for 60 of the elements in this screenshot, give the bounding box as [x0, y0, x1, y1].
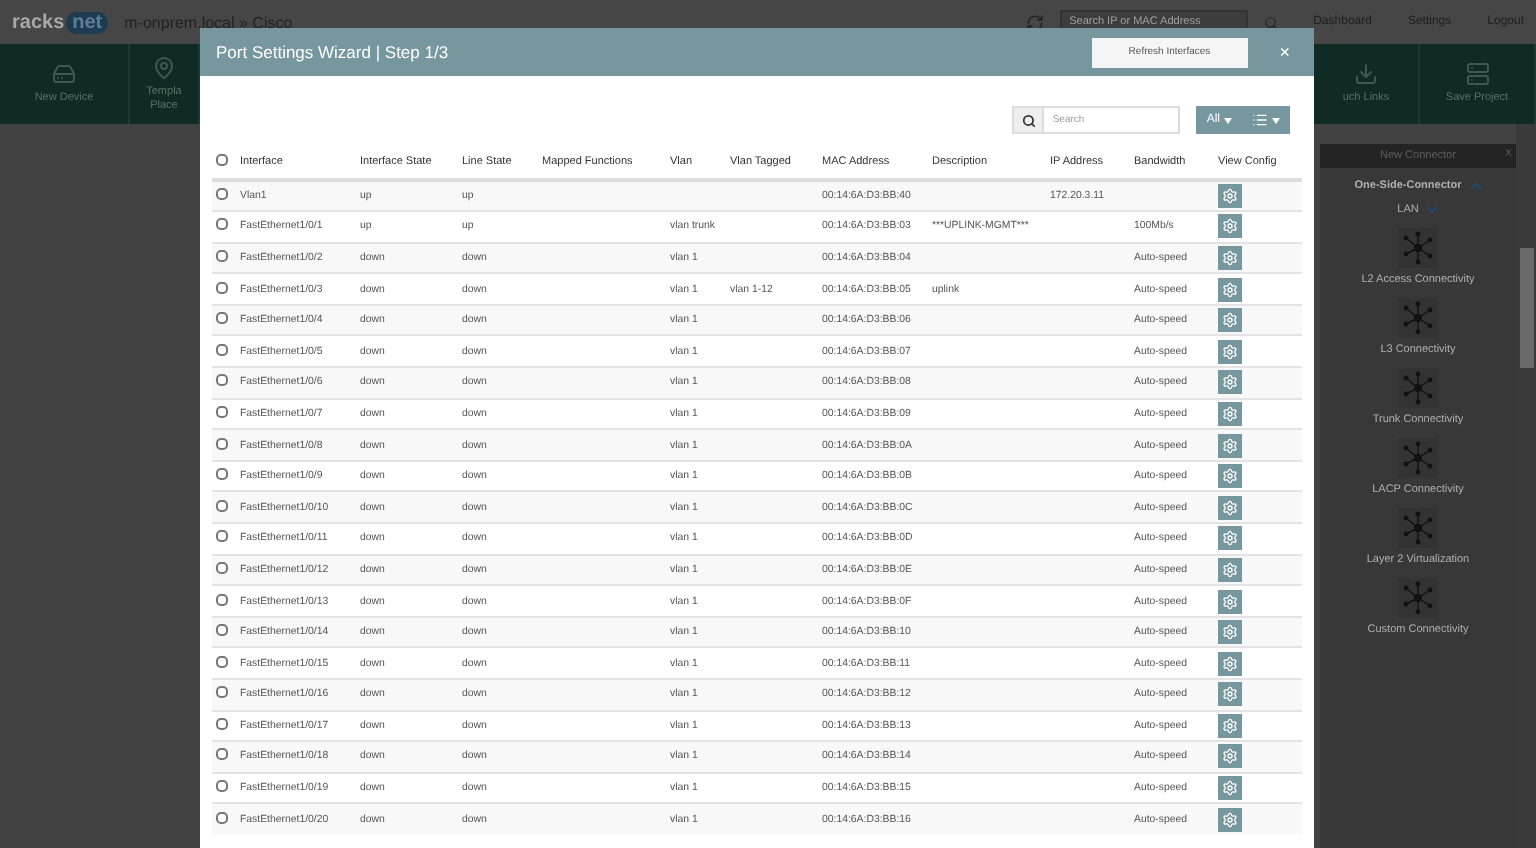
settings-button[interactable]	[1218, 184, 1242, 209]
network-icon[interactable]	[1397, 508, 1438, 548]
refresh-icon[interactable]	[1025, 13, 1044, 31]
row-checkbox[interactable]	[216, 655, 228, 668]
settings-button[interactable]	[1218, 589, 1242, 614]
network-icon[interactable]	[1397, 298, 1438, 338]
settings-button[interactable]	[1218, 339, 1242, 364]
search-icon[interactable]	[1263, 15, 1278, 29]
settings-button[interactable]	[1218, 682, 1242, 707]
settings-button[interactable]	[1218, 651, 1242, 676]
row-checkbox[interactable]	[216, 343, 228, 356]
row-checkbox[interactable]	[216, 780, 228, 793]
caret-icon	[1272, 117, 1280, 123]
list-icon	[1252, 112, 1268, 128]
settings-button[interactable]	[1218, 526, 1242, 551]
settings-button[interactable]	[1218, 744, 1242, 769]
row-checkbox[interactable]	[216, 748, 228, 761]
server-icon	[52, 62, 76, 87]
scrollbar-thumb[interactable]	[1519, 248, 1533, 368]
settings-button[interactable]	[1218, 464, 1242, 489]
columns-dropdown[interactable]	[1242, 106, 1290, 134]
download-icon	[1354, 62, 1378, 87]
settings-button[interactable]	[1218, 245, 1242, 270]
settings-button[interactable]	[1218, 370, 1242, 395]
row-checkbox[interactable]	[216, 405, 228, 418]
dialog-title: Port Settings Wizard | Step 1/3	[216, 42, 449, 62]
row-checkbox[interactable]	[216, 530, 228, 543]
row-checkbox[interactable]	[216, 593, 228, 606]
settings-button[interactable]	[1218, 620, 1242, 645]
row-checkbox[interactable]	[216, 686, 228, 699]
settings-button[interactable]	[1218, 214, 1242, 239]
settings-button[interactable]	[1218, 776, 1242, 801]
server-icon	[1465, 62, 1489, 87]
row-checkbox[interactable]	[216, 624, 228, 637]
settings-button[interactable]	[1218, 308, 1242, 333]
row-checkbox[interactable]	[216, 312, 228, 325]
row-checkbox[interactable]	[216, 188, 228, 201]
settings-button[interactable]	[1218, 401, 1242, 426]
logo[interactable]: racks net	[12, 11, 109, 33]
row-checkbox[interactable]	[216, 281, 228, 294]
settings-button[interactable]	[1218, 433, 1242, 458]
row-checkbox[interactable]	[216, 717, 228, 730]
settings-button[interactable]	[1218, 713, 1242, 738]
settings-button[interactable]	[1218, 807, 1242, 832]
pin-icon	[152, 55, 176, 80]
row-checkbox[interactable]	[216, 468, 228, 481]
settings-button[interactable]	[1218, 495, 1242, 520]
row-checkbox[interactable]	[216, 811, 228, 824]
close-button[interactable]: ×	[1271, 42, 1298, 62]
row-checkbox[interactable]	[216, 374, 228, 387]
row-checkbox[interactable]	[216, 437, 228, 450]
settings-button[interactable]	[1218, 277, 1242, 302]
row-checkbox[interactable]	[216, 249, 228, 262]
select-all-checkbox[interactable]	[216, 154, 228, 166]
settings-button[interactable]	[1218, 557, 1242, 582]
caret-icon	[1224, 117, 1232, 123]
network-icon[interactable]	[1397, 438, 1438, 478]
row-checkbox[interactable]	[216, 499, 228, 512]
row-checkbox[interactable]	[216, 218, 228, 231]
row-checkbox[interactable]	[216, 561, 228, 574]
